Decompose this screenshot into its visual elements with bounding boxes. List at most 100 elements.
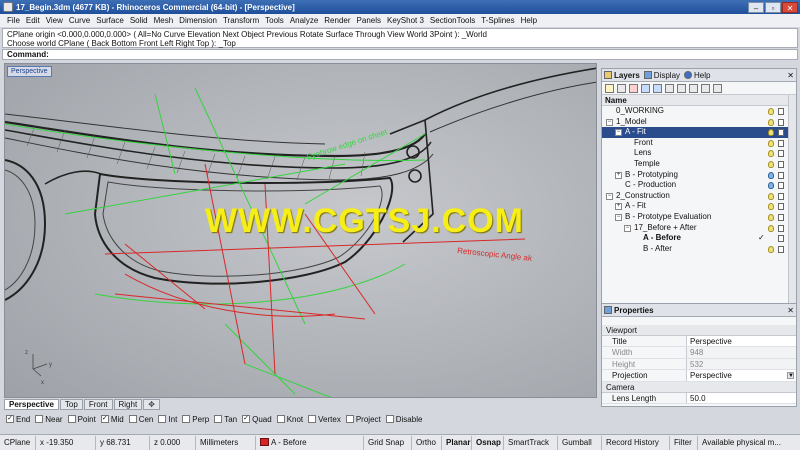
property-value-projection[interactable]: Perspective ▼ xyxy=(686,370,796,381)
lock-icon[interactable] xyxy=(778,224,784,232)
lock-icon[interactable] xyxy=(778,150,784,158)
maximize-button[interactable]: ▫ xyxy=(765,1,781,13)
dropdown-arrow-icon[interactable]: ▼ xyxy=(787,372,794,380)
osnap-checkbox[interactable] xyxy=(385,415,394,423)
visibility-bulb-icon[interactable] xyxy=(768,108,774,115)
toggle-gumball[interactable]: Gumball xyxy=(558,435,602,450)
perspective-viewport[interactable]: Perspective z y x Retroscopic Angle ak E… xyxy=(4,63,597,398)
visibility-bulb-icon[interactable] xyxy=(768,150,774,158)
lock-icon[interactable] xyxy=(778,235,784,243)
command-input[interactable] xyxy=(51,50,797,59)
move-to-parent-icon[interactable] xyxy=(665,83,674,93)
osnap-quad[interactable]: ✓ Quad xyxy=(242,415,272,424)
lock-icon[interactable] xyxy=(778,129,784,137)
toggle-osnap[interactable]: Osnap xyxy=(472,435,504,450)
osnap-mid[interactable]: ✓ Mid xyxy=(100,415,124,424)
layer-row-c-production[interactable]: C - Production xyxy=(602,180,796,191)
menu-file[interactable]: File xyxy=(4,16,23,25)
tab-display[interactable]: Display xyxy=(643,71,680,80)
osnap-point[interactable]: Point xyxy=(67,415,96,424)
toggle-filter[interactable]: Filter xyxy=(670,435,698,450)
collapse-icon[interactable]: − xyxy=(606,118,613,126)
menu-analyze[interactable]: Analyze xyxy=(287,16,321,25)
layers-scrollbar[interactable] xyxy=(788,95,796,305)
osnap-end[interactable]: ✓ End xyxy=(6,415,30,424)
viewport-tab-front[interactable]: Front xyxy=(83,399,113,410)
layer-row-lens[interactable]: Lens xyxy=(602,148,796,159)
tab-properties[interactable]: Properties xyxy=(604,306,654,315)
tab-layers[interactable]: Layers xyxy=(604,71,640,80)
osnap-checkbox[interactable] xyxy=(276,415,285,423)
layer-settings-icon[interactable] xyxy=(701,83,710,93)
osnap-checkbox[interactable] xyxy=(308,415,317,423)
collapse-icon[interactable]: − xyxy=(615,213,622,221)
lock-icon[interactable] xyxy=(778,245,784,253)
menu-solid[interactable]: Solid xyxy=(127,16,151,25)
layer-row-temple[interactable]: Temple xyxy=(602,159,796,170)
delete-layer-icon[interactable] xyxy=(629,83,638,93)
lock-icon[interactable] xyxy=(778,139,784,147)
visibility-bulb-icon[interactable] xyxy=(768,171,774,179)
osnap-checkbox[interactable] xyxy=(158,415,167,423)
status-units[interactable]: Millimeters xyxy=(196,435,256,450)
collapse-icon[interactable]: − xyxy=(615,129,622,137)
layer-row-1-model[interactable]: −1_Model xyxy=(602,117,796,128)
menu-edit[interactable]: Edit xyxy=(23,16,43,25)
osnap-disable[interactable]: Disable xyxy=(385,415,422,424)
toggle-grid-snap[interactable]: Grid Snap xyxy=(364,435,412,450)
move-up-icon[interactable] xyxy=(641,83,650,93)
lock-icon[interactable] xyxy=(778,203,784,211)
layer-row-2-construction[interactable]: −2_Construction xyxy=(602,191,796,202)
visibility-bulb-icon[interactable] xyxy=(768,245,774,253)
visibility-bulb-icon[interactable] xyxy=(768,203,774,211)
visibility-bulb-icon[interactable] xyxy=(768,129,774,137)
osnap-cen[interactable]: Cen xyxy=(128,415,153,424)
osnap-checkbox[interactable] xyxy=(345,415,354,423)
visibility-bulb-icon[interactable] xyxy=(768,213,774,221)
osnap-near[interactable]: Near xyxy=(35,415,63,424)
status-cplane[interactable]: CPlane xyxy=(0,435,36,450)
lock-icon[interactable] xyxy=(778,108,784,115)
layers-panel-close-icon[interactable]: ✕ xyxy=(787,71,794,80)
property-value-title[interactable]: Perspective xyxy=(686,336,796,347)
viewport-tab-perspective[interactable]: Perspective xyxy=(4,399,59,410)
new-sublayer-icon[interactable] xyxy=(617,83,626,93)
minimize-button[interactable]: – xyxy=(748,1,764,13)
menu-curve[interactable]: Curve xyxy=(66,16,93,25)
osnap-checkbox[interactable]: ✓ xyxy=(6,415,14,423)
osnap-checkbox[interactable]: ✓ xyxy=(100,415,109,423)
layer-help-icon[interactable] xyxy=(713,83,722,93)
toggle-planar[interactable]: Planar xyxy=(442,435,472,450)
lock-icon[interactable] xyxy=(778,213,784,221)
viewport-tab-top[interactable]: Top xyxy=(59,399,83,410)
toggle-ortho[interactable]: Ortho xyxy=(412,435,442,450)
layer-row-b-prototype-evaluation[interactable]: − B - Prototype Evaluation xyxy=(602,212,796,223)
layer-row-17-before-after[interactable]: −17_Before + After xyxy=(602,223,796,234)
status-current-layer[interactable]: A - Before xyxy=(256,435,364,450)
menu-view[interactable]: View xyxy=(43,16,66,25)
layer-row-front[interactable]: Front xyxy=(602,138,796,149)
property-value-lens-length[interactable]: 50.0 xyxy=(686,392,796,403)
visibility-bulb-icon[interactable] xyxy=(768,139,774,147)
visibility-bulb-icon[interactable] xyxy=(768,118,774,126)
visibility-bulb-icon[interactable] xyxy=(768,182,774,190)
visibility-bulb-icon[interactable] xyxy=(768,192,774,200)
menu-surface[interactable]: Surface xyxy=(93,16,127,25)
osnap-checkbox[interactable] xyxy=(214,415,223,423)
move-down-icon[interactable] xyxy=(653,83,662,93)
new-layer-icon[interactable] xyxy=(605,83,614,93)
viewport-tab-right[interactable]: Right xyxy=(113,399,143,410)
layer-row-b-after[interactable]: B - After xyxy=(602,244,796,255)
lock-icon[interactable] xyxy=(778,171,784,179)
tab-help[interactable]: Help xyxy=(684,71,710,80)
lock-icon[interactable] xyxy=(778,118,784,126)
osnap-checkbox[interactable] xyxy=(128,415,137,423)
menu-keyshot-3[interactable]: KeyShot 3 xyxy=(384,16,427,25)
expand-icon[interactable]: + xyxy=(615,171,622,179)
osnap-project[interactable]: Project xyxy=(345,415,381,424)
menu-help[interactable]: Help xyxy=(518,16,540,25)
osnap-checkbox[interactable] xyxy=(67,415,76,423)
lock-icon[interactable] xyxy=(778,192,784,200)
menu-t-splines[interactable]: T-Splines xyxy=(478,16,517,25)
viewport-title-label[interactable]: Perspective xyxy=(7,66,52,77)
